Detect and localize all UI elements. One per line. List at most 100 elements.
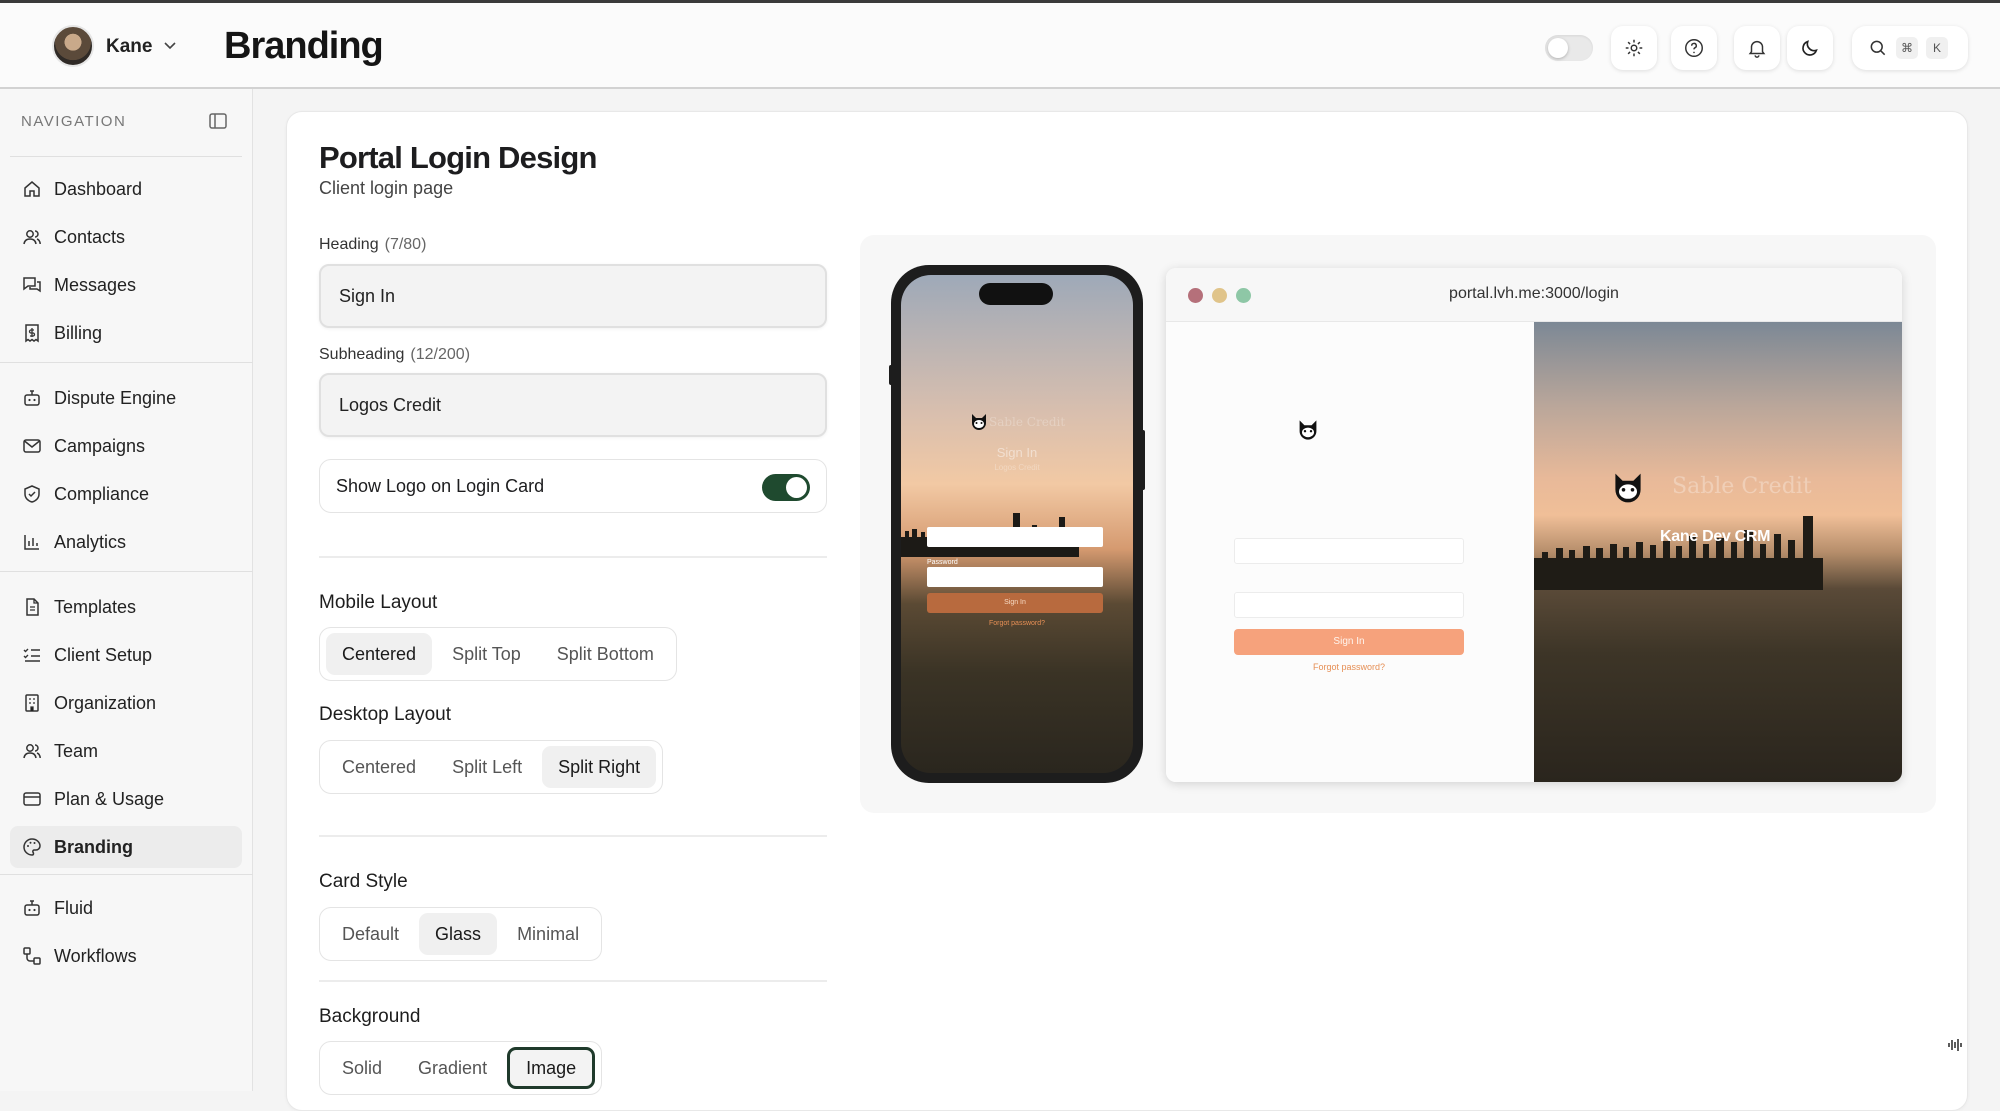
user-name[interactable]: Kane [106, 36, 152, 58]
sidebar: NAVIGATION Dashboard Contacts Messages B… [0, 89, 253, 1091]
sidebar-collapse-icon[interactable] [208, 111, 228, 131]
top-bar: Kane Branding ⌘ K [0, 0, 2000, 89]
sidebar-item-label: Organization [54, 692, 157, 713]
sidebar-item-analytics[interactable]: Analytics [10, 521, 242, 563]
sidebar-divider [0, 874, 253, 875]
nav-heading: NAVIGATION [21, 113, 127, 130]
subheading-label: Subheading (12/200) [319, 346, 471, 363]
sidebar-item-label: Workflows [54, 945, 137, 966]
heading-input[interactable]: Sign In [319, 264, 827, 328]
sidebar-divider [10, 156, 242, 157]
team-icon [23, 744, 41, 759]
card-style-glass[interactable]: Glass [419, 913, 498, 955]
sidebar-item-client-setup[interactable]: Client Setup [10, 634, 242, 676]
card-style-default[interactable]: Default [326, 913, 415, 955]
sidebar-item-templates[interactable]: Templates [10, 586, 242, 628]
search-button[interactable]: ⌘ K [1852, 26, 1968, 70]
background-gradient[interactable]: Gradient [402, 1047, 503, 1089]
divider [319, 980, 827, 982]
dark-mode-button[interactable] [1787, 26, 1833, 70]
help-button[interactable] [1671, 26, 1717, 70]
sidebar-item-campaigns[interactable]: Campaigns [10, 425, 242, 467]
card-style-label: Card Style [319, 871, 408, 892]
sidebar-item-label: Client Setup [54, 644, 153, 665]
phone-password-input [927, 567, 1103, 587]
subheading-input[interactable]: Logos Credit [319, 373, 827, 437]
background-selector: Solid Gradient Image [319, 1041, 603, 1095]
sidebar-divider [0, 571, 253, 572]
desktop-layout-split-left[interactable]: Split Left [436, 746, 538, 788]
chevron-down-icon[interactable] [162, 37, 178, 58]
sidebar-item-label: Fluid [54, 897, 94, 918]
notifications-button[interactable] [1734, 26, 1780, 70]
building-icon [25, 694, 39, 712]
users-icon [23, 230, 41, 245]
audio-wave-icon[interactable] [1946, 1036, 1964, 1059]
mobile-preview: Sable Credit Sign In Logos Credit Passwo… [891, 265, 1143, 783]
sidebar-item-plan-usage[interactable]: Plan & Usage [10, 778, 242, 820]
avatar[interactable] [52, 25, 94, 67]
mobile-preview-screen: Sable Credit Sign In Logos Credit Passwo… [901, 275, 1133, 773]
desktop-layout-centered[interactable]: Centered [326, 746, 432, 788]
sidebar-item-contacts[interactable]: Contacts [10, 216, 242, 258]
sidebar-item-dispute-engine[interactable]: Dispute Engine [10, 377, 242, 419]
logo-icon [969, 412, 989, 438]
sidebar-item-workflows[interactable]: Workflows [10, 935, 242, 977]
sidebar-item-team[interactable]: Team [10, 730, 242, 772]
settings-button[interactable] [1611, 26, 1657, 70]
background-image[interactable]: Image [507, 1047, 596, 1089]
receipt-icon [25, 324, 39, 343]
bar-chart-icon [24, 535, 39, 550]
desktop-preview: portal.lvh.me:3000/login Sign In Forgot … [1166, 268, 1902, 782]
sidebar-item-label: Templates [54, 596, 137, 617]
mobile-layout-selector: Centered Split Top Split Bottom [319, 627, 677, 681]
messages-icon [23, 277, 41, 293]
mobile-layout-split-top[interactable]: Split Top [436, 633, 537, 675]
desktop-layout-selector: Centered Split Left Split Right [319, 740, 664, 794]
card-style-minimal[interactable]: Minimal [501, 913, 595, 955]
card-style-selector: Default Glass Minimal [319, 907, 603, 961]
statues-silhouette [1534, 516, 1823, 590]
phone-subheading: Logos Credit [994, 463, 1040, 472]
sidebar-item-label: Dashboard [54, 178, 143, 199]
desktop-layout-label: Desktop Layout [319, 704, 452, 725]
phone-notch [979, 283, 1053, 305]
bot-icon [24, 390, 40, 406]
mobile-layout-label: Mobile Layout [319, 592, 438, 613]
desktop-sign-in-button: Sign In [1234, 629, 1464, 655]
sidebar-item-dashboard[interactable]: Dashboard [10, 168, 242, 210]
credit-card-icon [23, 792, 41, 806]
sidebar-item-label: Billing [54, 322, 103, 343]
gear-icon [1625, 39, 1643, 57]
sidebar-item-billing[interactable]: Billing [10, 312, 242, 354]
mobile-layout-split-bottom[interactable]: Split Bottom [541, 633, 670, 675]
mail-icon [23, 439, 41, 453]
sidebar-item-compliance[interactable]: Compliance [10, 473, 242, 515]
desktop-layout-split-right[interactable]: Split Right [542, 746, 657, 788]
sidebar-item-label: Plan & Usage [54, 788, 165, 809]
show-logo-toggle[interactable] [762, 474, 810, 501]
background-solid[interactable]: Solid [326, 1047, 398, 1089]
logo-icon [1610, 470, 1646, 512]
theme-toggle[interactable] [1545, 35, 1593, 61]
browser-bar: portal.lvh.me:3000/login [1166, 268, 1902, 322]
bell-icon [1748, 40, 1766, 58]
desktop-forgot-link: Forgot password? [1312, 662, 1386, 672]
page-title: Branding [224, 25, 384, 67]
desktop-crm-name: Kane Dev CRM [1660, 528, 1771, 545]
mobile-layout-centered[interactable]: Centered [326, 633, 433, 675]
sidebar-item-organization[interactable]: Organization [10, 682, 242, 724]
sidebar-item-label: Campaigns [54, 435, 146, 456]
home-icon [24, 181, 40, 197]
sidebar-item-branding[interactable]: Branding [10, 826, 242, 868]
browser-url: portal.lvh.me:3000/login [1449, 285, 1619, 302]
sidebar-item-messages[interactable]: Messages [10, 264, 242, 306]
shield-icon [24, 485, 40, 503]
moon-icon [1802, 40, 1818, 56]
sidebar-item-fluid[interactable]: Fluid [10, 887, 242, 929]
desktop-email-input [1234, 538, 1464, 564]
show-logo-label: Show Logo on Login Card [336, 475, 545, 496]
desktop-login-form: Sign In Forgot password? [1166, 322, 1534, 782]
desktop-brand-name: Sable Credit [1672, 474, 1812, 499]
sidebar-item-label: Contacts [54, 226, 126, 247]
